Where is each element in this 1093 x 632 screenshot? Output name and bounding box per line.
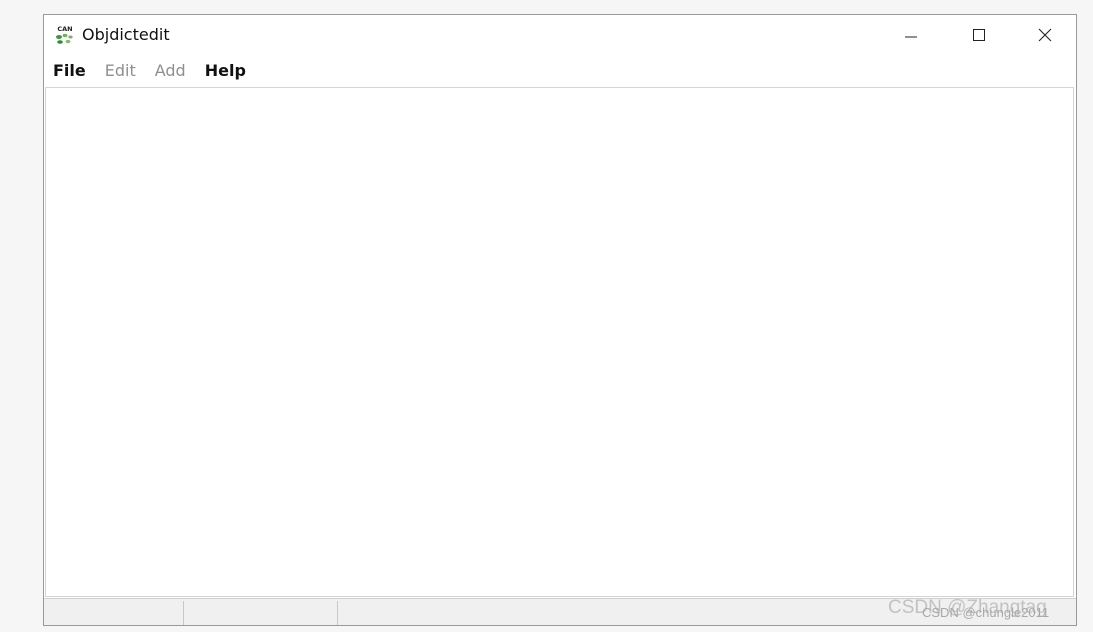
watermark-text-overlay: CSDN @chungle2011 <box>922 605 1050 620</box>
maximize-button[interactable] <box>948 15 1010 55</box>
status-pane-1 <box>44 601 184 625</box>
maximize-icon <box>973 29 985 41</box>
status-pane-2 <box>184 601 338 625</box>
title-bar[interactable]: CAN Objdictedit <box>44 15 1076 55</box>
client-area[interactable] <box>45 87 1074 597</box>
close-icon <box>1038 28 1052 42</box>
app-window: CAN Objdictedit File Edit Add Help <box>43 14 1077 626</box>
svg-text:CAN: CAN <box>57 25 72 33</box>
can-icon: CAN <box>56 25 73 44</box>
window-title: Objdictedit <box>82 25 170 44</box>
close-button[interactable] <box>1014 15 1076 55</box>
menu-edit[interactable]: Edit <box>105 61 136 80</box>
menu-help[interactable]: Help <box>205 61 246 80</box>
minimize-button[interactable] <box>880 15 942 55</box>
menu-file[interactable]: File <box>53 61 86 80</box>
minimize-icon <box>905 36 917 38</box>
menu-bar: File Edit Add Help <box>44 56 1076 84</box>
menu-add[interactable]: Add <box>155 61 186 80</box>
